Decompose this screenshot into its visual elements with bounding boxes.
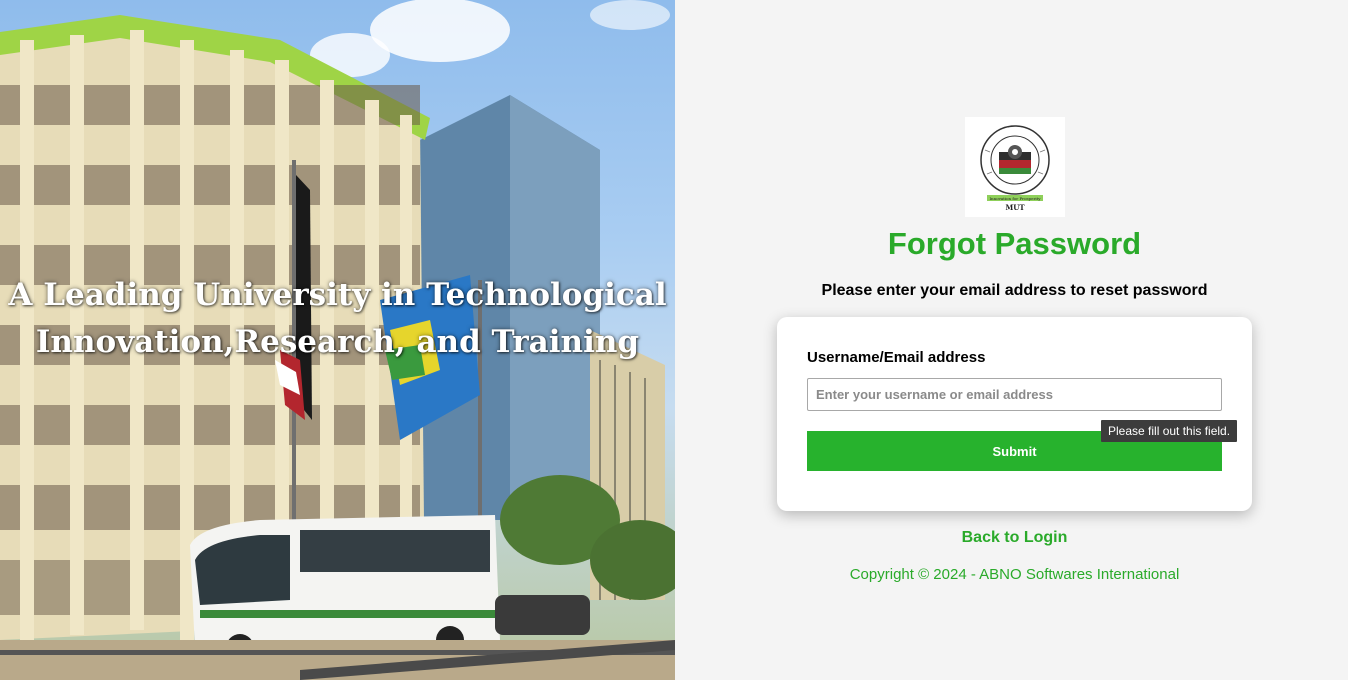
- hero-tagline-line1: A Leading University in Technological: [8, 277, 667, 313]
- logo-motto: Innovation for Prosperity: [989, 196, 1041, 201]
- logo-abbrev: MUT: [1005, 203, 1025, 212]
- university-logo-icon: Innovation for Prosperity MUT: [980, 125, 1050, 212]
- hero-tagline: A Leading University in Technological In…: [0, 272, 675, 366]
- copyright-text: Copyright © 2024 - ABNO Softwares Intern…: [849, 566, 1180, 583]
- back-to-login-link[interactable]: Back to Login: [675, 529, 1348, 547]
- email-field-label: Username/Email address: [807, 349, 986, 366]
- hero-tagline-line2: Innovation,Research, and Training: [35, 324, 640, 360]
- page-subtitle: Please enter your email address to reset…: [821, 282, 1208, 299]
- right-panel: Innovation for Prosperity MUT Forgot Pas…: [675, 0, 1348, 680]
- email-field[interactable]: [807, 378, 1222, 411]
- university-logo: Innovation for Prosperity MUT: [965, 117, 1065, 217]
- validation-tooltip: Please fill out this field.: [1101, 420, 1238, 442]
- hero-panel: A Leading University in Technological In…: [0, 0, 675, 680]
- page-title: Forgot Password: [887, 226, 1142, 261]
- reset-form-card: Username/Email address Submit Please fil…: [777, 317, 1252, 511]
